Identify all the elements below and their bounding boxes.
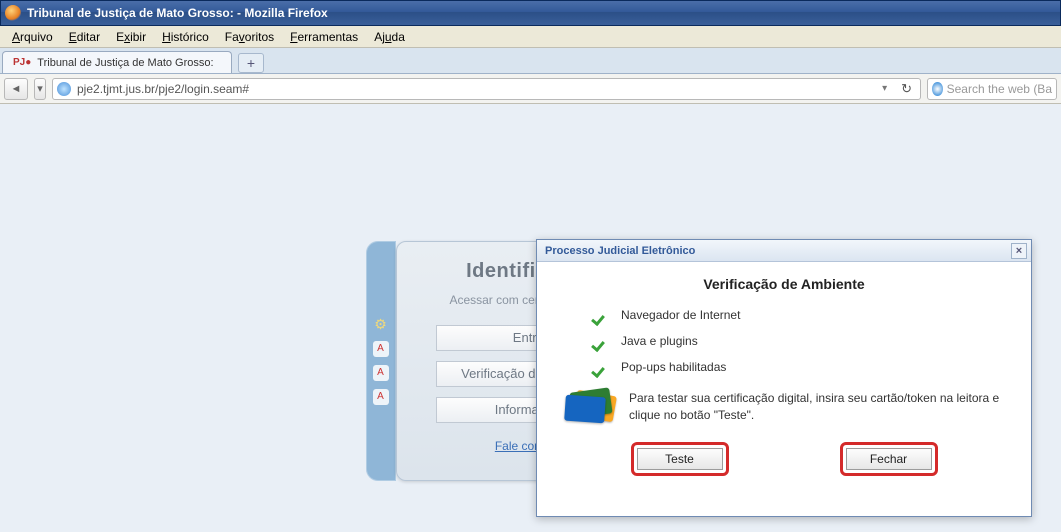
check-popups-label: Pop-ups habilitadas <box>621 360 726 374</box>
gear-icon[interactable]: ⚙ <box>373 317 389 333</box>
url-bar[interactable]: pje2.tjmt.jus.br/pje2/login.seam# ▾ ↻ <box>52 78 921 100</box>
dialog-button-row: Teste Fechar <box>555 442 1013 476</box>
menu-arquivo[interactable]: Arquivo <box>4 28 61 46</box>
left-side-pill: ⚙ A A A <box>366 241 396 481</box>
tab-title: Tribunal de Justiça de Mato Grosso: <box>37 57 213 69</box>
dialog-body: Verificação de Ambiente Navegador de Int… <box>537 262 1031 516</box>
site-identity-icon[interactable] <box>57 82 71 96</box>
dialog-instruction-row: Para testar sua certificação digital, in… <box>561 390 1013 428</box>
check-java-label: Java e plugins <box>621 334 698 348</box>
font-large-icon[interactable]: A <box>373 365 389 381</box>
check-navigator-row: Navegador de Internet <box>591 306 1013 324</box>
check-navigator-label: Navegador de Internet <box>621 308 740 322</box>
teste-highlight: Teste <box>631 442 729 476</box>
reload-icon[interactable]: ↻ <box>897 81 916 97</box>
menu-editar[interactable]: Editar <box>61 28 108 46</box>
check-icon <box>591 358 609 376</box>
search-engine-icon[interactable] <box>932 82 943 96</box>
dialog-title: Processo Judicial Eletrônico <box>545 245 695 257</box>
tab-favicon: PJ● <box>13 57 31 68</box>
dialog-titlebar[interactable]: Processo Judicial Eletrônico × <box>537 240 1031 262</box>
menu-historico[interactable]: Histórico <box>154 28 217 46</box>
menu-ajuda[interactable]: Ajuda <box>366 28 413 46</box>
toolbar: ◄ ▾ pje2.tjmt.jus.br/pje2/login.seam# ▾ … <box>0 74 1061 104</box>
dialog-close-button[interactable]: × <box>1011 243 1027 259</box>
menu-bar: Arquivo Editar Exibir Histórico Favorito… <box>0 26 1061 48</box>
firefox-icon <box>5 5 21 21</box>
teste-button[interactable]: Teste <box>637 448 723 470</box>
dialog-heading: Verificação de Ambiente <box>555 276 1013 292</box>
check-popups-row: Pop-ups habilitadas <box>591 358 1013 376</box>
dialog-instruction-text: Para testar sua certificação digital, in… <box>629 390 1013 428</box>
window-title: Tribunal de Justiça de Mato Grosso: - Mo… <box>27 6 328 20</box>
check-java-row: Java e plugins <box>591 332 1013 350</box>
menu-favoritos[interactable]: Favoritos <box>217 28 282 46</box>
menu-ferramentas[interactable]: Ferramentas <box>282 28 366 46</box>
back-dropdown[interactable]: ▾ <box>34 78 46 100</box>
fechar-highlight: Fechar <box>840 442 938 476</box>
url-text: pje2.tjmt.jus.br/pje2/login.seam# <box>77 82 872 96</box>
search-box[interactable]: Search the web (Ba <box>927 78 1057 100</box>
browser-tab[interactable]: PJ● Tribunal de Justiça de Mato Grosso: <box>2 51 232 73</box>
font-normal-icon[interactable]: A <box>373 341 389 357</box>
url-dropdown-icon[interactable]: ▾ <box>878 83 891 94</box>
tab-strip: PJ● Tribunal de Justiça de Mato Grosso: … <box>0 48 1061 74</box>
check-icon <box>591 332 609 350</box>
cards-icon <box>561 390 615 428</box>
check-icon <box>591 306 609 324</box>
fechar-button[interactable]: Fechar <box>846 448 932 470</box>
verification-dialog: Processo Judicial Eletrônico × Verificaç… <box>536 239 1032 517</box>
back-button[interactable]: ◄ <box>4 78 28 100</box>
font-larger-icon[interactable]: A <box>373 389 389 405</box>
search-placeholder: Search the web (Ba <box>947 82 1052 96</box>
close-icon: × <box>1016 245 1022 257</box>
new-tab-button[interactable]: + <box>238 53 264 73</box>
window-titlebar: Tribunal de Justiça de Mato Grosso: - Mo… <box>0 0 1061 26</box>
menu-exibir[interactable]: Exibir <box>108 28 154 46</box>
page-viewport: ⚙ A A A Identificação Acessar com certif… <box>0 104 1061 532</box>
